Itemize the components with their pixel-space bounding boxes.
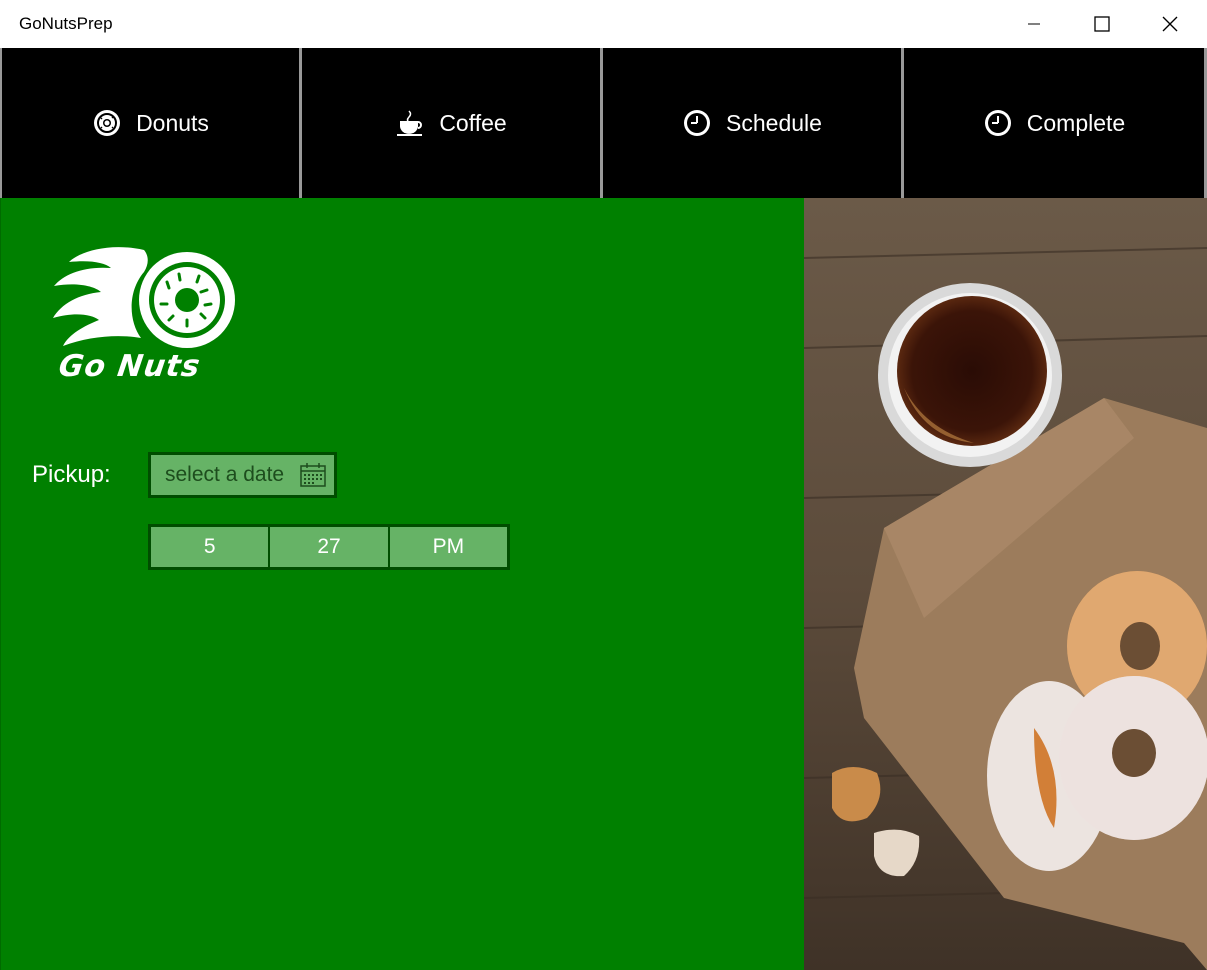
tab-schedule-label: Schedule bbox=[726, 109, 822, 136]
clock-icon bbox=[682, 108, 712, 138]
donut-icon bbox=[92, 108, 122, 138]
close-icon bbox=[1162, 16, 1178, 32]
tab-coffee[interactable]: Coffee bbox=[302, 48, 600, 198]
tab-donuts-label: Donuts bbox=[136, 109, 209, 136]
time-hour[interactable]: 5 bbox=[151, 527, 269, 567]
tab-donuts[interactable]: Donuts bbox=[2, 48, 299, 198]
date-placeholder: select a date bbox=[165, 463, 285, 486]
maximize-icon bbox=[1094, 16, 1110, 32]
logo-text: Go Nuts bbox=[56, 349, 203, 384]
coffee-cup-icon bbox=[395, 108, 425, 138]
minimize-icon bbox=[1028, 23, 1040, 25]
tab-schedule[interactable]: Schedule bbox=[603, 48, 901, 198]
time-period[interactable]: PM bbox=[389, 527, 507, 567]
main-panel: Go Nuts Pickup: select a date 5 27 PM bbox=[0, 198, 804, 970]
coffee-donuts-photo bbox=[804, 198, 1207, 970]
date-picker[interactable]: select a date bbox=[148, 452, 337, 498]
tab-complete-label: Complete bbox=[1026, 109, 1126, 136]
time-minute[interactable]: 27 bbox=[270, 527, 388, 567]
close-button[interactable] bbox=[1136, 0, 1204, 48]
tab-complete[interactable]: Complete bbox=[904, 48, 1204, 198]
nav-bar: Donuts Coffee Schedule Complete bbox=[0, 48, 1207, 198]
minimize-button[interactable] bbox=[1000, 0, 1068, 48]
time-picker[interactable]: 5 27 PM bbox=[148, 524, 510, 570]
tab-coffee-label: Coffee bbox=[439, 109, 507, 136]
pickup-label: Pickup: bbox=[32, 461, 111, 488]
maximize-button[interactable] bbox=[1068, 0, 1136, 48]
calendar-icon bbox=[300, 463, 326, 487]
title-bar: GoNutsPrep bbox=[0, 0, 1207, 48]
window-title: GoNutsPrep bbox=[19, 14, 113, 33]
clock-icon bbox=[983, 108, 1013, 138]
